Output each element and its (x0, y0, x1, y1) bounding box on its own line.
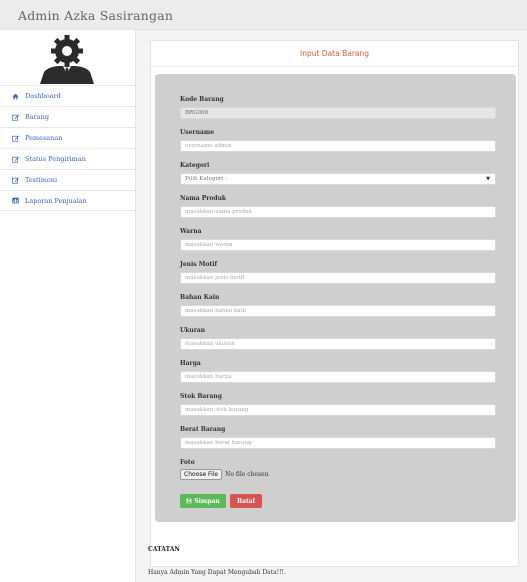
sidebar-item-label: Laporan Penjualan (25, 196, 87, 205)
harga-label: Harga (180, 360, 201, 367)
stok-barang-label: Stok Barang (180, 393, 222, 400)
foto-label: Foto (180, 459, 195, 466)
sidebar-item-pemesanan[interactable]: Pemesanan (0, 127, 136, 148)
chevron-down-icon: ▼ (486, 176, 490, 182)
form-panel: Input Data Barang Kode Barang BRG008 Use… (150, 40, 519, 567)
top-navbar: Admin Azka Sasirangan (0, 0, 527, 30)
sidebar: Dashboard Barang Pemesanan Status Pengir… (0, 30, 136, 582)
sidebar-item-laporan-penjualan[interactable]: Laporan Penjualan (0, 190, 136, 211)
kode-barang-field: BRG008 (180, 107, 496, 119)
kategori-select[interactable]: Pilih Kategori : ▼ (180, 173, 496, 185)
bahan-kain-label: Bahan Kain (180, 294, 220, 301)
main-content: Input Data Barang Kode Barang BRG008 Use… (150, 30, 527, 582)
admin-avatar (40, 35, 94, 84)
cancel-button[interactable]: Batal (230, 494, 262, 508)
ukuran-field[interactable]: masukkan ukuran (180, 338, 496, 350)
sidebar-item-status-pengiriman[interactable]: Status Pengiriman (0, 148, 136, 169)
jenis-motif-field[interactable]: masukkan jenis motif (180, 272, 496, 284)
choose-file-button[interactable]: Choose File (180, 469, 223, 480)
input-form: Kode Barang BRG008 Username username adm… (155, 74, 516, 522)
save-button-label: Simpan (194, 497, 220, 505)
sidebar-item-label: Barang (25, 113, 49, 121)
sidebar-item-label: Status Pengiriman (25, 155, 86, 163)
edit-icon (12, 135, 19, 142)
file-upload: Choose File No file chosen (180, 469, 269, 480)
chart-icon (12, 197, 19, 204)
sidebar-item-barang[interactable]: Barang (0, 106, 136, 127)
harga-field[interactable]: masukkan harga (180, 371, 496, 383)
edit-icon (12, 156, 19, 163)
kategori-selected-value: Pilih Kategori : (185, 176, 227, 182)
edit-icon (12, 177, 19, 184)
ukuran-label: Ukuran (180, 327, 206, 334)
nama-produk-label: Nama Produk (180, 195, 227, 202)
file-status: No file chosen (225, 471, 269, 478)
nama-produk-field[interactable]: masukkan nama produk (180, 206, 496, 218)
sidebar-item-label: Testimoni (25, 176, 58, 184)
notes-text: Hanya Admin Yang Dapat Mengubah Data!!!. (148, 569, 286, 576)
page-title: Input Data Barang (151, 41, 518, 67)
berat-barang-label: Berat Barang (180, 426, 226, 433)
brand-title[interactable]: Admin Azka Sasirangan (18, 8, 173, 23)
kode-barang-label: Kode Barang (180, 96, 224, 103)
home-icon (12, 93, 19, 100)
username-label: Username (180, 129, 215, 136)
sidebar-item-label: Dashboard (25, 92, 61, 100)
stok-barang-field[interactable]: masukkan stok barang (180, 404, 496, 416)
berat-barang-field[interactable]: masukkan berat barang (180, 437, 496, 449)
kategori-label: Kategori (180, 162, 210, 169)
warna-field[interactable]: masukkan warna (180, 239, 496, 251)
save-icon (186, 498, 192, 504)
sidebar-menu: Dashboard Barang Pemesanan Status Pengir… (0, 85, 136, 211)
bahan-kain-field[interactable]: masukkan bahan kain (180, 305, 496, 317)
sidebar-item-dashboard[interactable]: Dashboard (0, 85, 136, 106)
sidebar-item-testimoni[interactable]: Testimoni (0, 169, 136, 190)
sidebar-item-label: Pemesanan (25, 134, 63, 142)
notes-title: CATATAN (148, 546, 180, 553)
edit-icon (12, 114, 19, 121)
jenis-motif-label: Jenis Motif (180, 261, 218, 268)
save-button[interactable]: Simpan (180, 494, 226, 508)
username-field[interactable]: username admin (180, 140, 496, 152)
warna-label: Warna (180, 228, 202, 235)
